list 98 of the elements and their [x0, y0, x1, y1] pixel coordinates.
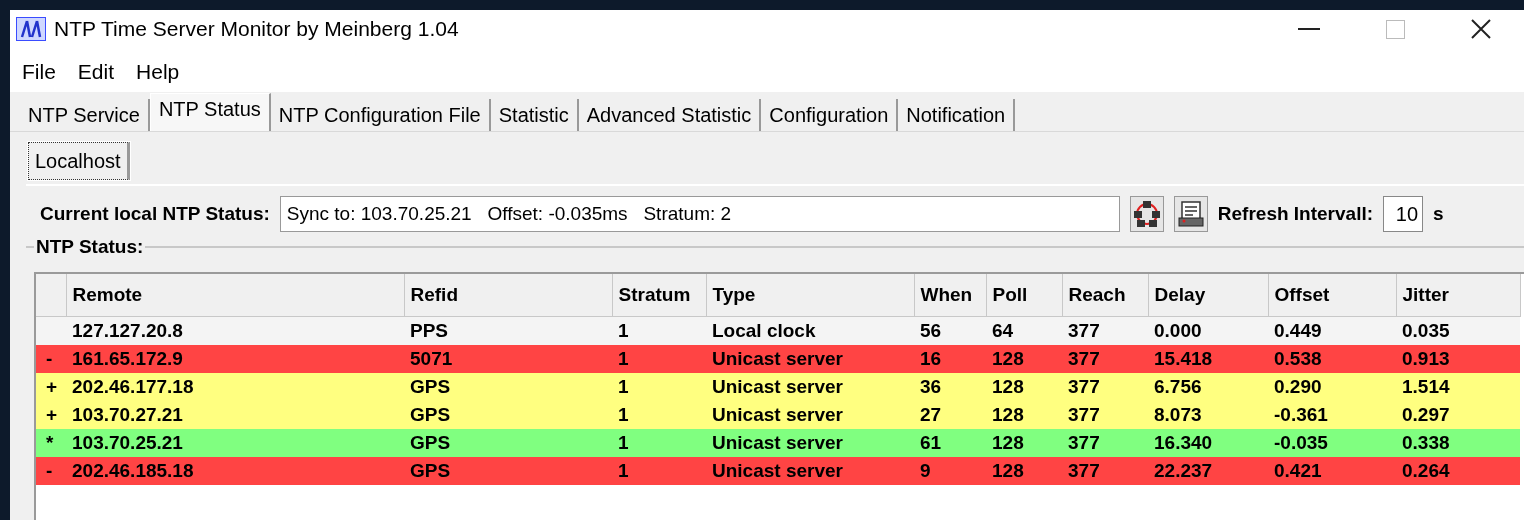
table-cell: GPS: [410, 460, 451, 481]
column-header[interactable]: Stratum: [612, 274, 706, 317]
table-cell: 377: [1068, 460, 1100, 481]
table-cell: 56: [920, 320, 942, 341]
table-cell: 16.340: [1154, 432, 1213, 453]
status-marker: -: [46, 460, 53, 481]
table-cell: 128: [992, 432, 1024, 453]
table-cell: 0.297: [1402, 404, 1450, 425]
table-cell: Unicast server: [712, 432, 843, 453]
status-marker: +: [46, 404, 58, 425]
table-cell: PPS: [410, 320, 449, 341]
table-cell: 36: [920, 376, 942, 397]
table-cell: 0.913: [1402, 348, 1450, 369]
table-cell: 1: [618, 348, 629, 369]
status-label: Current local NTP Status:: [40, 203, 270, 225]
table-cell: GPS: [410, 376, 451, 397]
table-cell: 0.264: [1402, 460, 1450, 481]
table-cell: Unicast server: [712, 460, 843, 481]
table-cell: 61: [920, 432, 942, 453]
table-cell: 0.449: [1274, 320, 1322, 341]
table-row[interactable]: - 202.46.185.18 GPS 1 Unicast server 9 128 377 22.237 0.421 0.264: [36, 457, 1520, 485]
table-cell: 0.421: [1274, 460, 1322, 481]
table-cell: 64: [992, 320, 1014, 341]
column-header[interactable]: Refid: [404, 274, 612, 317]
table-cell: 6.756: [1154, 376, 1202, 397]
table-cell: 1: [618, 432, 629, 453]
window-title: NTP Time Server Monitor by Meinberg 1.04: [54, 17, 460, 41]
table-cell: 377: [1068, 320, 1100, 341]
column-header[interactable]: Reach: [1062, 274, 1148, 317]
close-icon[interactable]: [1471, 19, 1491, 39]
table-row[interactable]: + 202.46.177.18 GPS 1 Unicast server 36 128 377 6.756 0.290 1.514: [36, 373, 1520, 401]
column-header[interactable]: Poll: [986, 274, 1062, 317]
table-cell: 0.000: [1154, 320, 1202, 341]
table-cell: 9: [920, 460, 931, 481]
table-cell: 128: [992, 460, 1024, 481]
table-cell: 27: [920, 404, 942, 425]
column-header[interactable]: Delay: [1148, 274, 1268, 317]
table-cell: 0.538: [1274, 348, 1322, 369]
table-cell: 1: [618, 404, 629, 425]
table-cell: 1: [618, 460, 629, 481]
table-cell: 1: [618, 376, 629, 397]
column-header[interactable]: Jitter: [1396, 274, 1520, 317]
table-cell: 5071: [410, 348, 453, 369]
table-cell: 128: [992, 404, 1024, 425]
table-cell: 377: [1068, 432, 1100, 453]
table-cell: 127.127.20.8: [72, 320, 183, 341]
table-cell: 0.035: [1402, 320, 1450, 341]
table-cell: 128: [992, 376, 1024, 397]
app-logo-icon: [16, 17, 46, 41]
status-marker: *: [46, 432, 54, 453]
column-header[interactable]: When: [914, 274, 986, 317]
table-cell: 1.514: [1402, 376, 1450, 397]
menu-item[interactable]: Help: [136, 60, 180, 84]
unit-label: s: [1433, 203, 1444, 225]
table-cell: 377: [1068, 376, 1100, 397]
table-cell: Local clock: [712, 320, 816, 341]
table-cell: 103.70.27.21: [72, 404, 183, 425]
tab[interactable]: NTP Status: [149, 93, 271, 131]
table-cell: 202.46.185.18: [72, 460, 194, 481]
table-cell: -0.035: [1274, 432, 1328, 453]
table-cell: Unicast server: [712, 376, 843, 397]
table-cell: -0.361: [1274, 404, 1328, 425]
refresh-label: Refresh Intervall:: [1217, 203, 1374, 225]
table-cell: 1: [618, 320, 629, 341]
table-cell: 161.65.172.9: [72, 348, 183, 369]
table-row[interactable]: 127.127.20.8 PPS 1 Local clock 56 64 377 0.000 0.449 0.035: [36, 316, 1520, 345]
table-cell: 0.338: [1402, 432, 1450, 453]
table-row[interactable]: + 103.70.27.21 GPS 1 Unicast server 27 128 377 8.073 -0.361 0.297: [36, 401, 1520, 429]
table-cell: GPS: [410, 404, 451, 425]
document-button[interactable]: [1173, 196, 1208, 232]
column-header[interactable]: Type: [706, 274, 914, 317]
table-cell: 103.70.25.21: [72, 432, 183, 453]
table-cell: 128: [992, 348, 1024, 369]
table-cell: 8.073: [1154, 404, 1202, 425]
table-cell: 202.46.177.18: [72, 376, 194, 397]
table-row[interactable]: - 161.65.172.9 5071 1 Unicast server 16 128 377 15.418 0.538 0.913: [36, 345, 1520, 373]
column-header[interactable]: Remote: [66, 274, 404, 317]
table-row[interactable]: * 103.70.25.21 GPS 1 Unicast server 61 128 377 16.340 -0.035 0.338: [36, 429, 1520, 457]
host-tab[interactable]: Localhost: [28, 142, 130, 180]
table-cell: 22.237: [1154, 460, 1213, 481]
menu-item[interactable]: Edit: [77, 60, 115, 84]
column-header[interactable]: Offset: [1268, 274, 1396, 317]
table-cell: Unicast server: [712, 348, 843, 369]
status-field: Sync to: 103.70.25.21 Offset: -0.035ms Stratum: 2: [279, 196, 1120, 232]
table-cell: 0.290: [1274, 376, 1322, 397]
refresh-interval-field[interactable]: 10: [1383, 196, 1424, 232]
status-marker: +: [46, 376, 58, 397]
network-icon: [1132, 200, 1161, 228]
table-cell: 15.418: [1154, 348, 1213, 369]
table-cell: 377: [1068, 348, 1100, 369]
network-button[interactable]: [1129, 196, 1164, 232]
status-marker: -: [46, 348, 53, 369]
document-icon: [1176, 200, 1205, 228]
menu-item[interactable]: File: [22, 60, 56, 84]
table-cell: 377: [1068, 404, 1100, 425]
table-cell: Unicast server: [712, 404, 843, 425]
table-cell: 16: [920, 348, 942, 369]
table-cell: GPS: [410, 432, 451, 453]
